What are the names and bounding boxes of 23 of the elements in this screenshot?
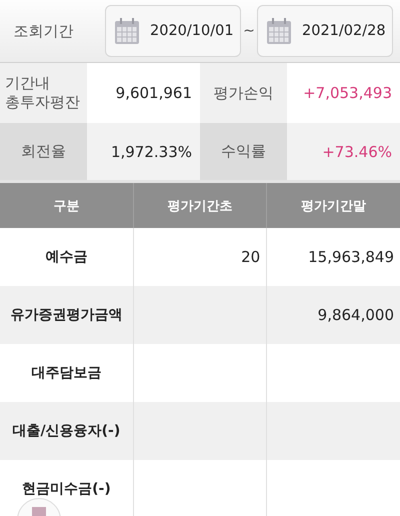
summary-value: 1,972.33% [87, 123, 200, 180]
range-separator: ~ [242, 23, 256, 39]
period-label: 조회기간 [12, 22, 74, 40]
column-header: 평가기간말 [266, 183, 400, 228]
end-date-field[interactable]: 2021/02/28 [257, 5, 393, 57]
column-header: 평가기간초 [133, 183, 267, 228]
calendar-icon [266, 17, 292, 45]
table-cell: 15,963,849 [308, 248, 394, 266]
table-cell: 20 [241, 248, 260, 266]
table-cell: 현금미수금(-) [22, 480, 111, 497]
calendar-icon [114, 17, 140, 45]
table-cell: 대주담보금 [31, 364, 102, 381]
column-header: 구분 [0, 183, 134, 228]
summary-label: 회전율 [0, 123, 87, 180]
table-cell: 유가증권평가금액 [10, 306, 122, 323]
start-date-field[interactable]: 2020/10/01 [105, 5, 241, 57]
table-cell: 예수금 [45, 248, 88, 265]
summary-value: +73.46% [287, 123, 400, 180]
summary-label: 수익률 [200, 123, 287, 180]
summary-label: 기간내 총투자평잔 [0, 63, 87, 123]
summary-label: 평가손익 [200, 63, 287, 123]
table-cell: 대출/신용융자(-) [12, 422, 120, 439]
table-cell: 9,864,000 [318, 306, 394, 324]
